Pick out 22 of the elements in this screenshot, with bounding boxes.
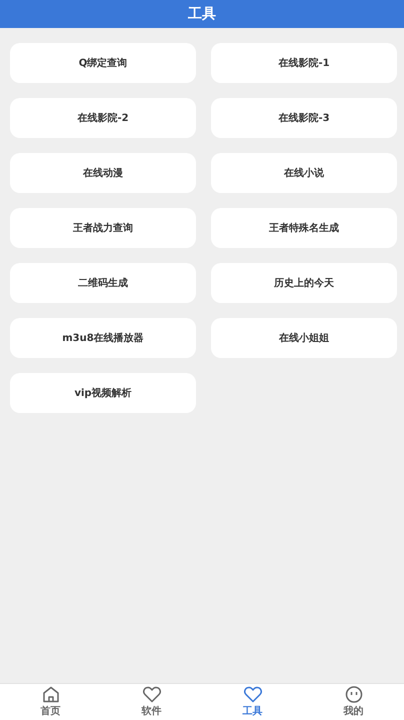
tool-button[interactable]: m3u8在线播放器 bbox=[10, 318, 196, 358]
tool-button[interactable]: 在线动漫 bbox=[10, 153, 196, 193]
tool-button[interactable]: Q绑定查询 bbox=[10, 43, 196, 83]
tab-item[interactable]: 我的 bbox=[303, 684, 404, 720]
heart-icon bbox=[142, 686, 160, 703]
tab-item[interactable]: 软件 bbox=[101, 684, 202, 720]
tab-item[interactable]: 工具 bbox=[202, 684, 303, 720]
tool-button[interactable]: 在线小姐姐 bbox=[211, 318, 397, 358]
page-title: 工具 bbox=[188, 5, 216, 23]
tool-button[interactable]: 在线小说 bbox=[211, 153, 397, 193]
tab-item[interactable]: 首页 bbox=[0, 684, 101, 720]
home-icon bbox=[42, 686, 60, 703]
tool-button[interactable]: 王者战力查询 bbox=[10, 208, 196, 248]
tool-button[interactable]: 在线影院-3 bbox=[211, 98, 397, 138]
tool-button[interactable]: 在线影院-1 bbox=[211, 43, 397, 83]
heart-icon bbox=[244, 686, 262, 703]
tool-button[interactable]: 王者特殊名生成 bbox=[211, 208, 397, 248]
tool-button[interactable]: 在线影院-2 bbox=[10, 98, 196, 138]
tool-button[interactable]: 历史上的今天 bbox=[211, 263, 397, 303]
tool-button[interactable]: vip视频解析 bbox=[10, 373, 196, 413]
tool-button[interactable]: 二维码生成 bbox=[10, 263, 196, 303]
face-icon bbox=[344, 686, 362, 703]
